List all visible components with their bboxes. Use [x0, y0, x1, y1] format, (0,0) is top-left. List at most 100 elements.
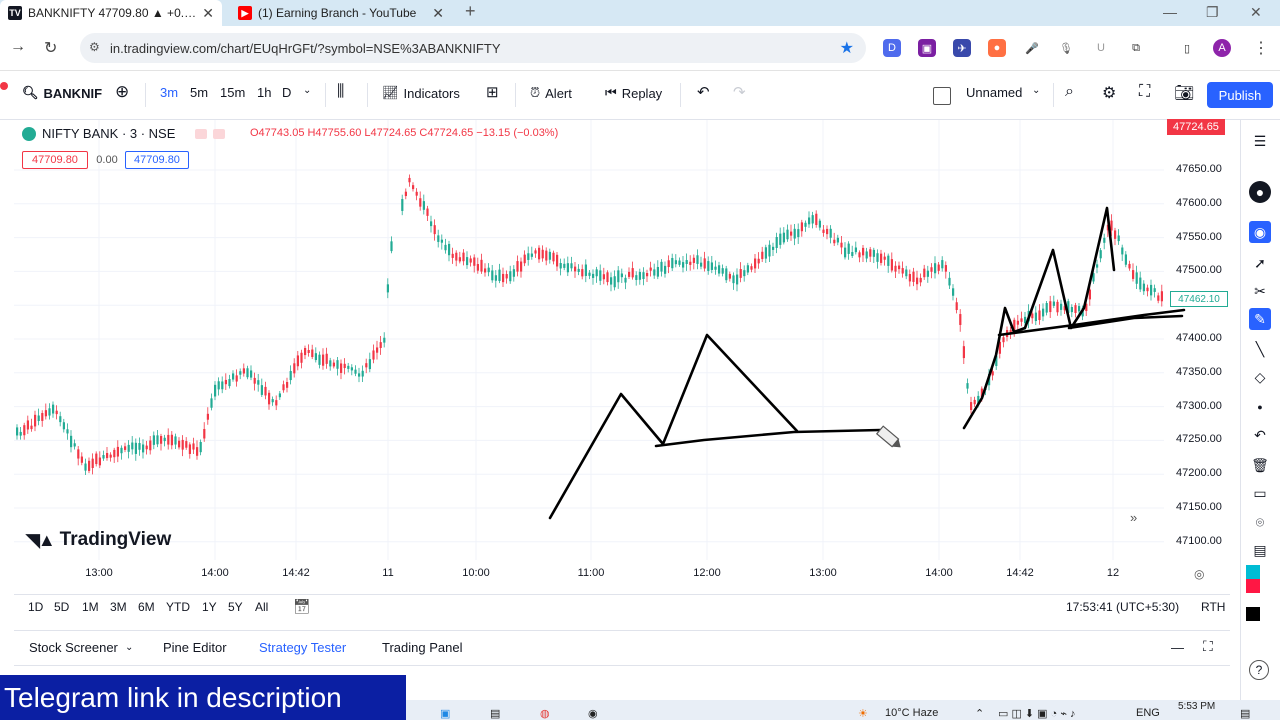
- screener-dropdown-chevron-icon[interactable]: ⌄: [125, 642, 133, 653]
- chart-clock[interactable]: 17:53:41 (UTC+5:30): [1066, 600, 1179, 614]
- interval-5m[interactable]: 5m: [190, 85, 208, 100]
- eraser-icon[interactable]: ◇: [1249, 366, 1271, 388]
- settings-gear-icon[interactable]: ⚙: [1102, 83, 1116, 103]
- go-to-date-calendar-icon[interactable]: 📅︎: [293, 598, 311, 615]
- sell-price-button[interactable]: 47709.80: [22, 151, 88, 169]
- compare-add-icon[interactable]: ⊕: [115, 82, 129, 102]
- restore-icon[interactable]: ❐: [1206, 4, 1219, 21]
- tab-strategy-tester[interactable]: Strategy Tester: [259, 640, 346, 655]
- range-button-3m[interactable]: 3M: [110, 600, 127, 614]
- site-info-icon[interactable]: ⚙: [89, 40, 100, 54]
- clipboard-icon[interactable]: ▤: [1249, 539, 1271, 561]
- forward-icon[interactable]: →: [10, 38, 26, 56]
- line-tool-icon[interactable]: ╲: [1249, 338, 1271, 360]
- interval-15m[interactable]: 15m: [220, 85, 245, 100]
- indicators-button[interactable]: 📈︎ Indicators: [382, 85, 460, 101]
- range-button-1y[interactable]: 1Y: [202, 600, 217, 614]
- templates-grid-icon[interactable]: ⊞: [486, 83, 499, 101]
- layout-dropdown-chevron-icon[interactable]: ⌄: [1032, 85, 1040, 96]
- buy-price-button[interactable]: 47709.80: [125, 151, 189, 169]
- range-button-1d[interactable]: 1D: [28, 600, 43, 614]
- maximize-panel-icon[interactable]: ⛶: [1203, 638, 1213, 655]
- publish-button[interactable]: Publish: [1207, 82, 1273, 108]
- legend-menu-icon[interactable]: [213, 128, 226, 139]
- tab-stock-screener[interactable]: Stock Screener: [29, 640, 118, 655]
- interval-3m[interactable]: 3m: [160, 85, 178, 100]
- extension-mic-icon[interactable]: 🎤: [1023, 39, 1041, 57]
- redo-icon[interactable]: ↷: [733, 83, 746, 101]
- range-button-5d[interactable]: 5D: [54, 600, 69, 614]
- axis-settings-icon[interactable]: ◎: [1194, 567, 1204, 581]
- candle-style-icon[interactable]: ⫼: [337, 83, 344, 101]
- extension-d-icon[interactable]: D: [883, 39, 901, 57]
- range-button-6m[interactable]: 6M: [138, 600, 155, 614]
- minimize-panel-icon[interactable]: —: [1171, 640, 1184, 655]
- dot-size-icon[interactable]: ●: [1249, 396, 1271, 418]
- range-button-ytd[interactable]: YTD: [166, 600, 190, 614]
- url-field[interactable]: ⚙ in.tradingview.com/chart/EUqHrGFt/?sym…: [80, 33, 866, 63]
- symbol-search-button[interactable]: 🔍︎ BANKNIF: [22, 85, 102, 101]
- extension-plane-icon[interactable]: ✈: [953, 39, 971, 57]
- taskbar-app-icon[interactable]: ▣: [440, 707, 450, 720]
- range-button-all[interactable]: All: [255, 600, 268, 614]
- layout-checkbox-icon[interactable]: [933, 87, 951, 105]
- language-indicator[interactable]: ENG: [1136, 707, 1160, 719]
- new-tab-icon[interactable]: +: [465, 1, 476, 22]
- help-icon[interactable]: ?: [1249, 660, 1269, 680]
- cursor-arrow-icon[interactable]: ➚: [1249, 252, 1271, 274]
- undo-icon[interactable]: ↶: [697, 83, 710, 101]
- eraser-tool-icon[interactable]: ✂: [1249, 280, 1271, 302]
- pen-tool-icon[interactable]: ✎: [1249, 308, 1271, 330]
- browser-tab-youtube[interactable]: ▶ (1) Earning Branch - YouTube ✕: [230, 0, 452, 26]
- taskbar-explorer-icon[interactable]: ▤: [490, 707, 500, 720]
- bookmark-star-icon[interactable]: ★: [840, 38, 854, 58]
- close-window-icon[interactable]: ✕: [1250, 4, 1262, 21]
- tray-chevron-up-icon[interactable]: ⌃: [975, 707, 984, 720]
- interval-dropdown-chevron-icon[interactable]: ⌄: [303, 85, 311, 96]
- taskbar-app2-icon[interactable]: ◉: [588, 707, 598, 720]
- notifications-icon[interactable]: ▤: [1240, 707, 1250, 720]
- tab-pine-editor[interactable]: Pine Editor: [163, 640, 227, 655]
- range-button-1m[interactable]: 1M: [82, 600, 99, 614]
- profile-avatar[interactable]: A: [1213, 39, 1231, 57]
- symbol-title[interactable]: NIFTY BANK · 3 · NSE: [42, 126, 175, 141]
- taskbar-chrome-icon[interactable]: ◍: [540, 707, 550, 720]
- close-tab-icon[interactable]: ✕: [202, 5, 214, 22]
- session-button[interactable]: RTH: [1201, 600, 1225, 614]
- tab-trading-panel[interactable]: Trading Panel: [382, 640, 462, 655]
- monitor-icon[interactable]: ▭: [1249, 482, 1271, 504]
- undo-drawing-icon[interactable]: ↶: [1249, 424, 1271, 446]
- price-chart[interactable]: [14, 120, 1230, 598]
- sidepanel-icon[interactable]: ▯: [1178, 39, 1196, 57]
- camera-icon[interactable]: ⌾: [1249, 511, 1271, 533]
- extension-color-icon[interactable]: ●: [988, 39, 1006, 57]
- alert-button[interactable]: ⏰︎ Alert: [530, 85, 572, 101]
- color-palette[interactable]: [1246, 565, 1260, 621]
- layout-name-button[interactable]: Unnamed: [966, 85, 1022, 100]
- browser-menu-icon[interactable]: ⋮: [1253, 38, 1269, 58]
- interval-d[interactable]: D: [282, 85, 291, 100]
- fullscreen-icon[interactable]: ⛶: [1139, 83, 1150, 101]
- extensions-puzzle-icon[interactable]: ⧉: [1127, 39, 1145, 57]
- trash-icon[interactable]: 🗑︎: [1249, 454, 1271, 476]
- range-button-5y[interactable]: 5Y: [228, 600, 243, 614]
- reload-icon[interactable]: ↻: [44, 38, 57, 58]
- weather-text[interactable]: 10°C Haze: [885, 707, 938, 719]
- replay-button[interactable]: ⏮︎ Replay: [605, 85, 662, 101]
- extension-purple-icon[interactable]: ▣: [918, 39, 936, 57]
- close-tab-icon[interactable]: ✕: [432, 5, 444, 22]
- watchlist-icon[interactable]: ☰: [1249, 130, 1271, 152]
- interval-1h[interactable]: 1h: [257, 85, 271, 100]
- weather-icon[interactable]: ☀: [858, 707, 868, 720]
- browser-tab-tradingview[interactable]: TV BANKNIFTY 47709.80 ▲ +0.57% ✕: [0, 0, 222, 26]
- tray-icons[interactable]: ▭ ◫ ⬇ ▣ ◔ ⌁ ♪: [998, 707, 1076, 720]
- taskbar-clock[interactable]: 5:53 PM: [1178, 701, 1215, 712]
- minimize-icon[interactable]: —: [1163, 4, 1177, 20]
- extension-mic2-icon[interactable]: 🎙: [1057, 39, 1075, 57]
- eye-icon[interactable]: ◉: [1249, 221, 1271, 243]
- quick-search-icon[interactable]: ⌕: [1065, 83, 1074, 101]
- scroll-to-realtime-icon[interactable]: »: [1130, 510, 1137, 525]
- legend-toggle-icon[interactable]: [195, 128, 208, 139]
- pin-marker-icon[interactable]: ●: [1249, 181, 1271, 203]
- snapshot-camera-icon[interactable]: 📷︎: [1174, 83, 1194, 103]
